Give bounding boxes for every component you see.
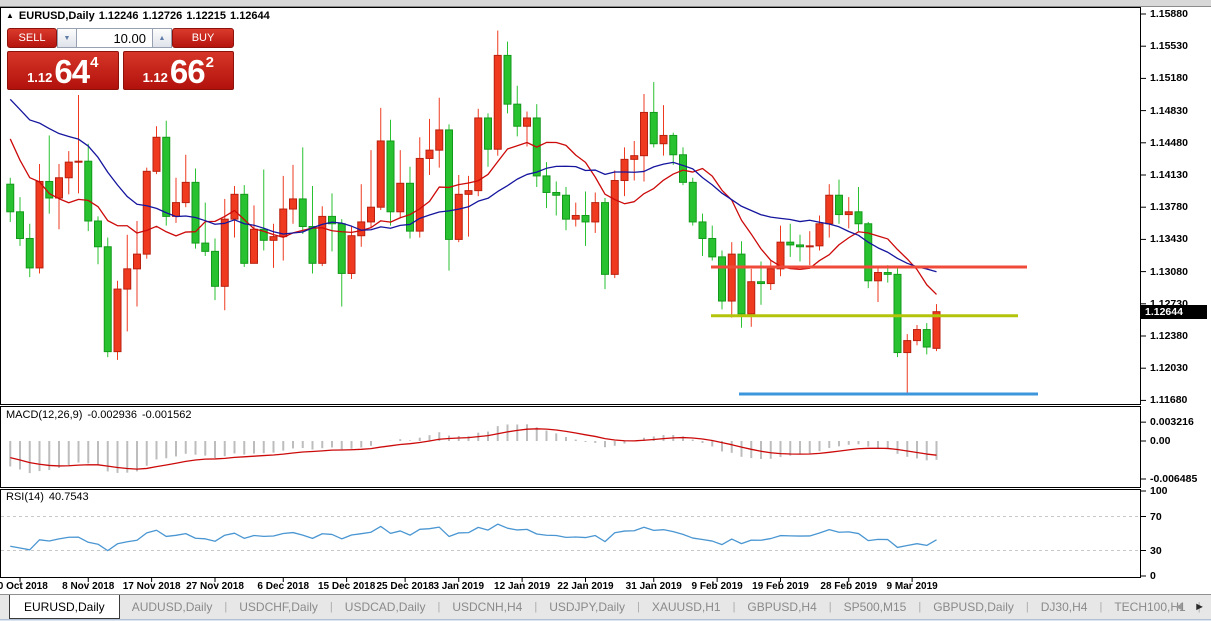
rsi-name: RSI(14) [6, 491, 44, 503]
chart-canvas[interactable] [0, 0, 1211, 621]
volume-decrease-button[interactable]: ▼ [57, 28, 77, 48]
sell-price-big: 64 [54, 58, 89, 85]
chevron-down-icon: ▼ [64, 35, 71, 42]
buy-price-prefix: 1.12 [143, 70, 168, 85]
up-triangle-icon: ▲ [6, 11, 14, 20]
buy-price-pip: 2 [206, 54, 214, 71]
rsi-pane-drawing [1, 517, 1140, 551]
trade-controls-row: SELL ▼ 10.00 ▲ BUY [7, 28, 234, 48]
tab-scroll-left-icon[interactable]: ◄ [1173, 601, 1184, 613]
trading-app-window: 1.12644 1.158801.155301.151801.148301.14… [0, 0, 1211, 621]
quote-close: 1.12644 [230, 10, 270, 22]
macd-main-value: -0.002936 [87, 409, 137, 421]
quote-info-line: ▲ EURUSD,Daily 1.122461.12726 1.12215 1.1264… [6, 10, 274, 22]
volume-input[interactable]: 10.00 [77, 28, 152, 48]
sell-price-box[interactable]: 1.12 64 4 [7, 51, 119, 90]
tab-scroll-right-icon[interactable]: ► [1194, 601, 1205, 613]
one-click-trade-panel: SELL ▼ 10.00 ▲ BUY 1.12 64 4 1.12 66 2 [7, 28, 234, 90]
rsi-value: 40.7543 [49, 491, 89, 503]
sell-price-pip: 4 [90, 54, 98, 71]
trade-prices-row: 1.12 64 4 1.12 66 2 [7, 51, 234, 90]
tab-scroll-arrows: ◄ ► [1173, 594, 1205, 619]
buy-button[interactable]: BUY [172, 28, 234, 48]
macd-label: MACD(12,26,9) -0.002936 -0.001562 [6, 409, 197, 421]
quote-high: 1.12726 [142, 10, 182, 22]
buy-price-box[interactable]: 1.12 66 2 [123, 51, 235, 90]
sell-button[interactable]: SELL [7, 28, 57, 48]
volume-increase-button[interactable]: ▲ [152, 28, 172, 48]
quote-symbol: EURUSD,Daily [19, 10, 95, 22]
quote-open: 1.12246 [99, 10, 139, 22]
chevron-up-icon: ▲ [159, 35, 166, 42]
macd-signal-value: -0.001562 [142, 409, 192, 421]
macd-pane-drawing [10, 424, 936, 473]
quote-low: 1.12215 [186, 10, 226, 22]
sell-price-prefix: 1.12 [27, 70, 52, 85]
macd-name: MACD(12,26,9) [6, 409, 82, 421]
buy-price-big: 66 [170, 58, 205, 85]
rsi-label: RSI(14) 40.7543 [6, 491, 94, 503]
